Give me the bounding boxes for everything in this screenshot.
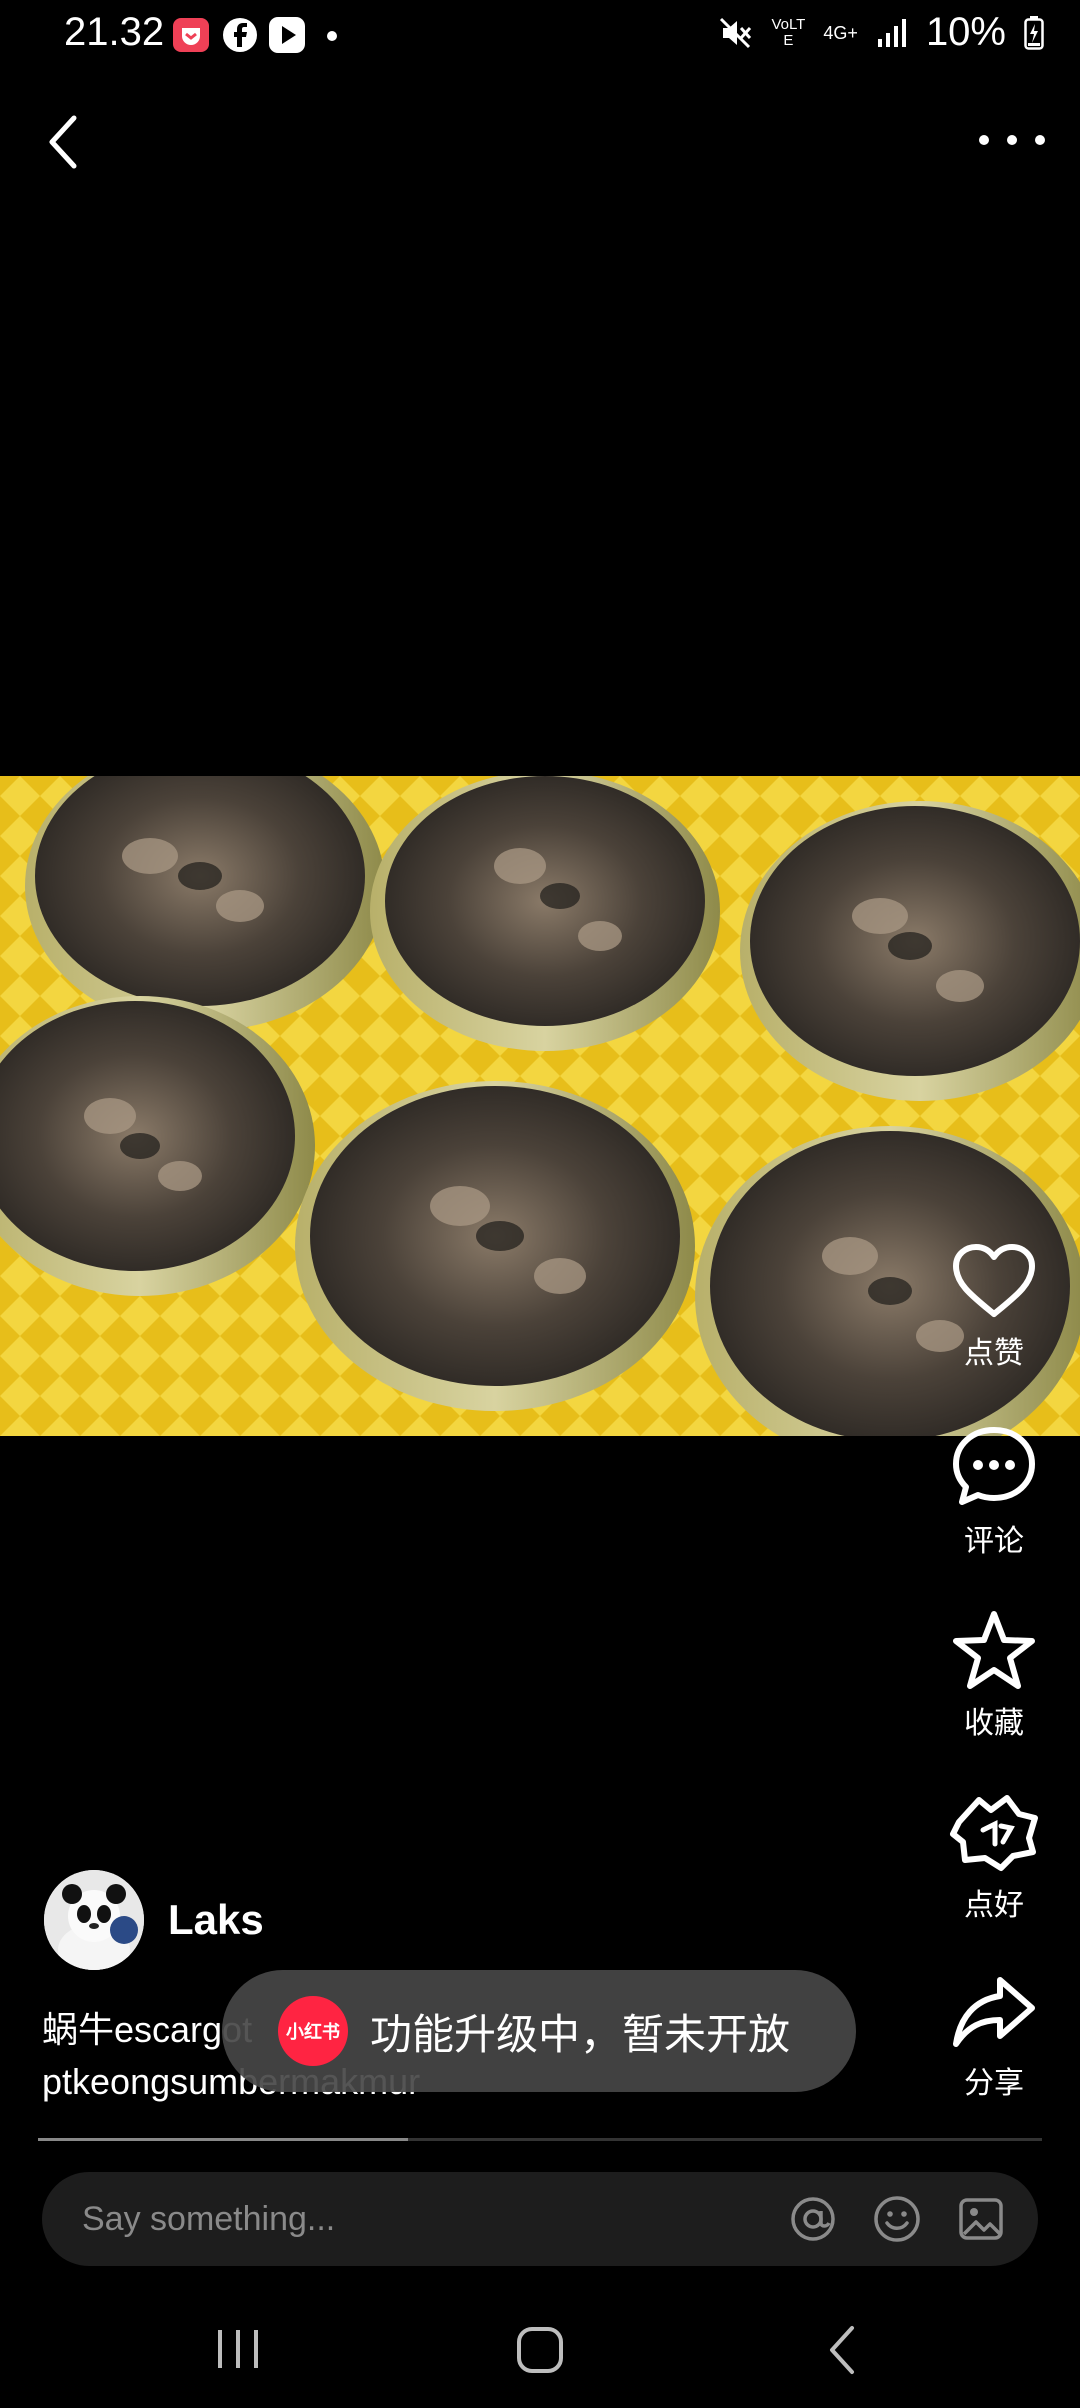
home-button[interactable] (514, 2324, 566, 2376)
network-4g-indicator: 4G+ (823, 22, 858, 43)
good-action[interactable]: 点好 (924, 1792, 1064, 1924)
signal-icon (877, 18, 906, 47)
battery-percent: 10% (925, 10, 1006, 54)
toast-text: 功能升级中，暂未开放 (370, 2010, 791, 2058)
collect-action[interactable]: 收藏 (924, 1610, 1064, 1742)
recent-apps-button[interactable] (214, 2326, 262, 2372)
facebook-icon (223, 18, 257, 52)
post-photo[interactable] (0, 776, 1080, 1436)
media-progress-fill (38, 2138, 408, 2141)
author-name[interactable]: Laks (168, 1896, 264, 1944)
good-label: 点好 (964, 1889, 1024, 1922)
comment-icon (953, 1427, 1035, 1505)
status-time: 21.32 (64, 10, 165, 54)
xiaohongshu-logo: 小红书 (278, 1996, 348, 2066)
more-options-button[interactable] (974, 118, 1050, 162)
pocket-app-icon (173, 18, 209, 52)
system-nav-bar (0, 2290, 1080, 2408)
comment-bar[interactable]: Say something... (42, 2172, 1038, 2266)
back-button[interactable] (40, 110, 96, 174)
heart-icon (953, 1244, 1035, 1317)
star-icon (953, 1611, 1035, 1689)
status-right: VoLTE 4G+ 10% (719, 10, 1044, 55)
share-label: 分享 (964, 2067, 1024, 2100)
status-bar: 21.32 VoLTE 4G+ 10% (0, 0, 1080, 72)
toast-message: 小红书 功能升级中，暂未开放 (222, 1970, 856, 2092)
comment-label: 评论 (964, 1525, 1024, 1558)
share-action[interactable]: 分享 (924, 1974, 1064, 2102)
notification-dot-icon (327, 31, 337, 41)
volte-indicator: VoLTE (771, 15, 806, 49)
collect-label: 收藏 (964, 1707, 1024, 1740)
image-icon[interactable] (956, 2194, 1006, 2244)
escargot-cans-image (0, 776, 1080, 1436)
mute-icon (720, 17, 752, 48)
emoji-icon[interactable] (872, 2194, 922, 2244)
author-avatar[interactable] (44, 1870, 144, 1970)
nav-back-button[interactable] (820, 2324, 868, 2376)
like-good-icon (950, 1795, 1038, 1871)
like-action[interactable]: 点赞 (924, 1244, 1064, 1372)
share-icon (953, 1977, 1035, 2047)
comment-action[interactable]: 评论 (924, 1426, 1064, 1560)
comment-input[interactable]: Say something... (82, 2172, 335, 2266)
battery-charging-icon (1024, 15, 1044, 50)
like-label: 点赞 (964, 1337, 1024, 1370)
mention-icon[interactable] (788, 2194, 838, 2244)
panda-avatar-image (44, 1870, 144, 1970)
play-app-icon (269, 17, 305, 53)
